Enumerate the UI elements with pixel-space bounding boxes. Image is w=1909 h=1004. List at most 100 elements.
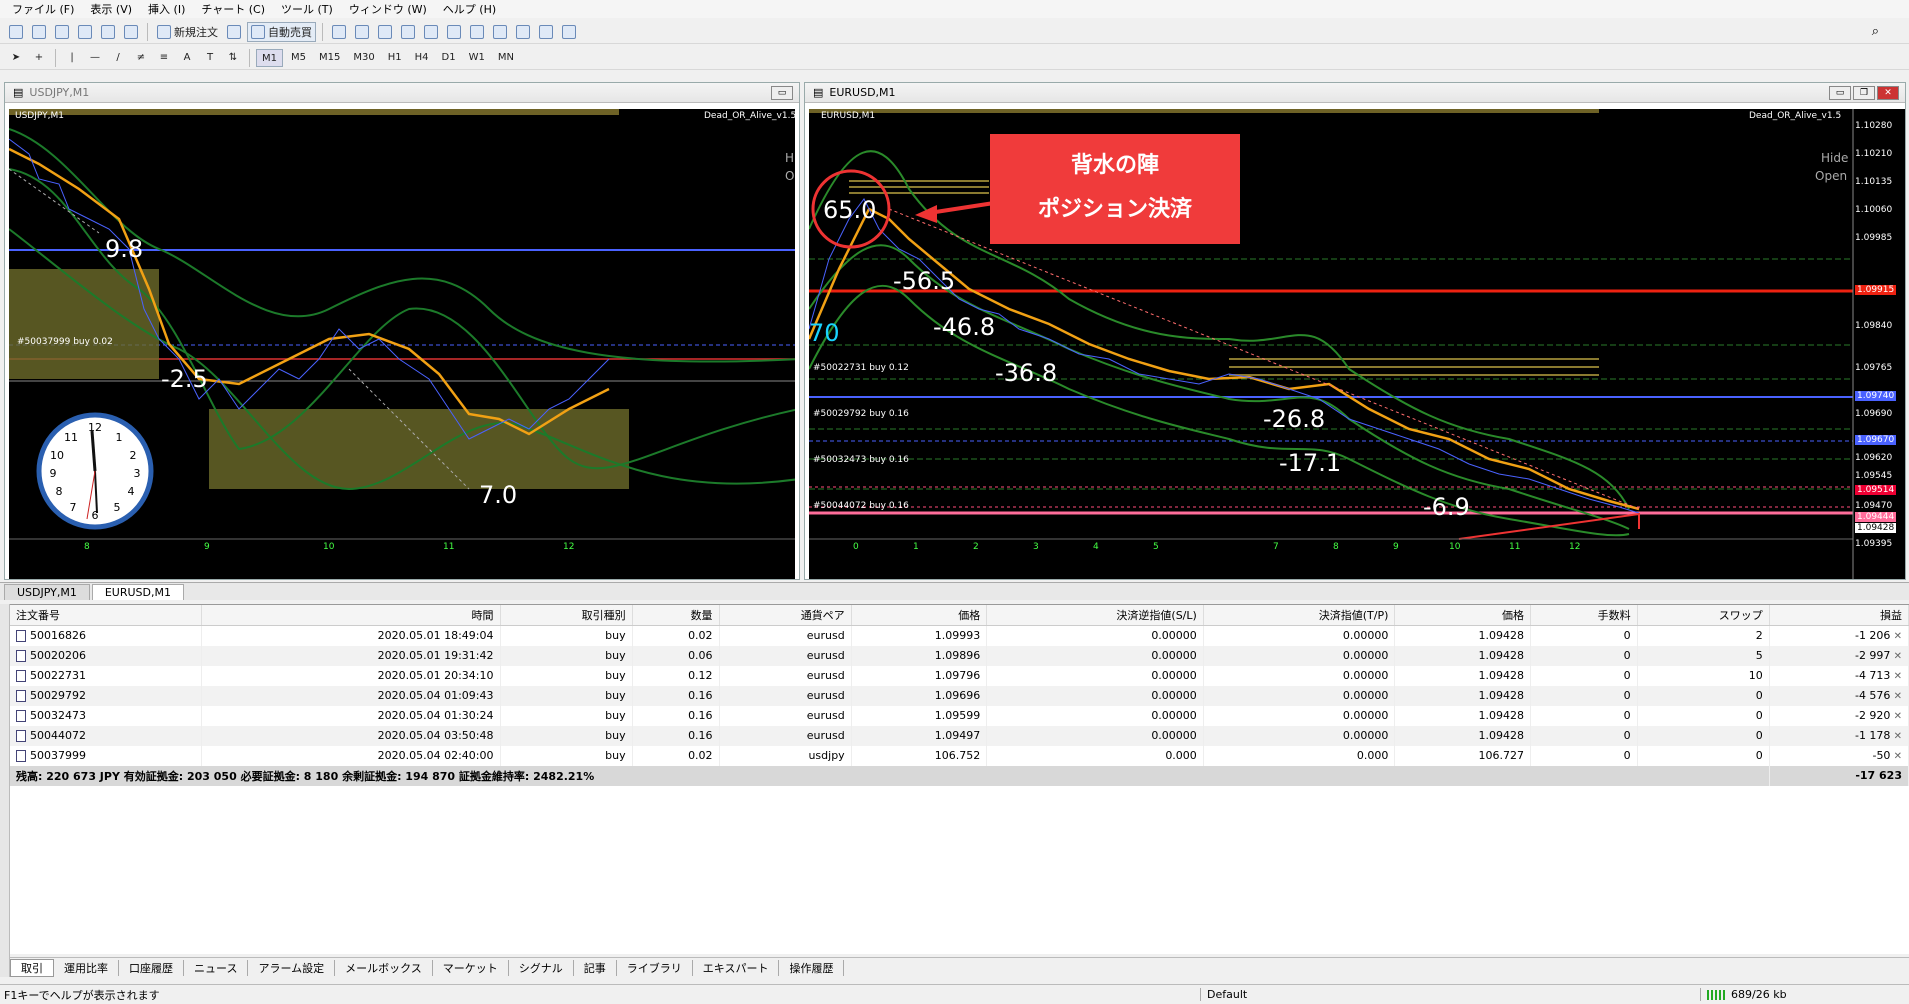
horizontal-line-tool[interactable]: — — [85, 48, 105, 68]
menu-help[interactable]: ヘルプ (H) — [435, 1, 504, 17]
chart-window-eurusd[interactable]: ▤ EURUSD,M1 ▭ ❐ ✕ EURUSD,M1 Dead_OR_Aliv… — [804, 82, 1906, 580]
close-order-icon[interactable]: ✕ — [1890, 691, 1902, 702]
timeframe-mn[interactable]: MN — [493, 49, 519, 67]
terminal-tab[interactable]: ライブラリ — [617, 959, 693, 976]
column-header[interactable]: 数量 — [632, 605, 720, 626]
periods-button[interactable] — [536, 22, 556, 42]
menu-file[interactable]: ファイル (F) — [4, 1, 82, 17]
chart-window-titlebar[interactable]: ▤ EURUSD,M1 ▭ ❐ ✕ — [805, 83, 1905, 103]
new-order-button[interactable]: 新規注文 — [154, 22, 221, 42]
terminal-tab[interactable]: 運用比率 — [54, 959, 119, 976]
column-header[interactable]: 決済指値(T/P) — [1203, 605, 1396, 626]
trendline-tool[interactable]: / — [108, 48, 128, 68]
market-watch-button[interactable] — [52, 22, 72, 42]
column-header[interactable]: 損益 — [1769, 605, 1909, 626]
close-button[interactable]: ✕ — [1877, 85, 1899, 100]
minimize-button[interactable]: ▭ — [1829, 85, 1851, 100]
indicators-button[interactable] — [513, 22, 533, 42]
column-header[interactable]: 決済逆指値(S/L) — [986, 605, 1204, 626]
minimize-button[interactable]: ▭ — [771, 85, 793, 100]
table-row[interactable]: 50020206 2020.05.01 19:31:42 buy 0.06 eurusd… — [10, 645, 1909, 666]
menu-window[interactable]: ウィンドウ (W) — [341, 1, 435, 17]
terminal-button[interactable] — [121, 22, 141, 42]
terminal-tab[interactable]: 操作履歴 — [779, 959, 845, 976]
timeframe-w1[interactable]: W1 — [464, 49, 490, 67]
bar-chart-button[interactable] — [329, 22, 349, 42]
chart-canvas-eurusd[interactable]: EURUSD,M1 Dead_OR_Alive_v1.5 Hide Open 7… — [809, 109, 1905, 579]
channel-tool[interactable]: ≠ — [131, 48, 151, 68]
menu-tools[interactable]: ツール (T) — [273, 1, 341, 17]
restore-button[interactable]: ❐ — [1853, 85, 1875, 100]
terminal-tab[interactable]: メールボックス — [335, 959, 433, 976]
table-row[interactable]: 50044072 2020.05.04 03:50:48 buy 0.16 eurusd… — [10, 725, 1909, 746]
close-order-icon[interactable]: ✕ — [1890, 671, 1902, 682]
timeframe-m15[interactable]: M15 — [314, 49, 345, 67]
fibonacci-tool[interactable]: ≡ — [154, 48, 174, 68]
chart-window-usdjpy[interactable]: ▤ USDJPY,M1 ▭ 12 1 2 3 4 5 6 7 8 9 10 11… — [4, 82, 800, 580]
terminal-tab[interactable]: シグナル — [509, 959, 574, 976]
templates-button[interactable] — [559, 22, 579, 42]
table-row[interactable]: 50032473 2020.05.04 01:30:24 buy 0.16 eurusd… — [10, 705, 1909, 726]
close-order-icon[interactable]: ✕ — [1890, 651, 1902, 662]
search-icon[interactable]: ⌕ — [1872, 24, 1879, 39]
terminal-tab[interactable]: 口座履歴 — [119, 959, 184, 976]
column-header[interactable]: 手数料 — [1530, 605, 1638, 626]
chart-tab-eurusd[interactable]: EURUSD,M1 — [91, 584, 184, 600]
close-order-icon[interactable]: ✕ — [1890, 711, 1902, 722]
navigator-button[interactable] — [98, 22, 118, 42]
chart-canvas-usdjpy[interactable]: 12 1 2 345 678 9 10 11 USDJPY,M1 Dead_OR_Ali… — [9, 109, 795, 579]
column-header[interactable]: 注文番号 — [10, 605, 202, 626]
close-order-icon[interactable]: ✕ — [1890, 751, 1902, 762]
timeframe-h1[interactable]: H1 — [383, 49, 407, 67]
terminal-tab[interactable]: マーケット — [433, 959, 509, 976]
arrows-tool[interactable]: ⇅ — [223, 48, 243, 68]
table-row[interactable]: 50022731 2020.05.01 20:34:10 buy 0.12 eurusd… — [10, 665, 1909, 686]
chart-window-titlebar[interactable]: ▤ USDJPY,M1 ▭ — [5, 83, 799, 103]
close-order-icon[interactable]: ✕ — [1890, 631, 1902, 642]
vertical-line-tool[interactable]: | — [62, 48, 82, 68]
auto-trade-button[interactable]: 自動売買 — [247, 21, 316, 42]
column-header[interactable]: 価格 — [1394, 605, 1532, 626]
column-header[interactable]: 価格 — [851, 605, 988, 626]
open-label[interactable]: Op — [785, 169, 795, 183]
metaeditor-button[interactable] — [224, 22, 244, 42]
open-label[interactable]: Open — [1815, 169, 1847, 183]
line-chart-button[interactable] — [375, 22, 395, 42]
column-header[interactable]: スワップ — [1637, 605, 1770, 626]
chart-tab-usdjpy[interactable]: USDJPY,M1 — [4, 584, 90, 600]
timeframe-m30[interactable]: M30 — [348, 49, 379, 67]
candle-chart-button[interactable] — [352, 22, 372, 42]
text-label-tool[interactable]: T — [200, 48, 220, 68]
crosshair-tool[interactable]: + — [29, 48, 49, 68]
new-chart-button[interactable] — [6, 22, 26, 42]
terminal-tab[interactable]: アラーム設定 — [248, 959, 336, 976]
timeframe-d1[interactable]: D1 — [437, 49, 461, 67]
table-row[interactable]: 50016826 2020.05.01 18:49:04 buy 0.02 eurusd… — [10, 625, 1909, 646]
timeframe-h4[interactable]: H4 — [410, 49, 434, 67]
terminal-tab[interactable]: ニュース — [184, 959, 249, 976]
table-row[interactable]: 50037999 2020.05.04 02:40:00 buy 0.02 usdjpy… — [10, 745, 1909, 766]
tile-windows-button[interactable] — [444, 22, 464, 42]
timeframe-m5[interactable]: M5 — [286, 49, 311, 67]
profiles-button[interactable] — [29, 22, 49, 42]
menu-view[interactable]: 表示 (V) — [82, 1, 140, 17]
table-row[interactable]: 50029792 2020.05.04 01:09:43 buy 0.16 eurusd… — [10, 685, 1909, 706]
menu-chart[interactable]: チャート (C) — [193, 1, 273, 17]
data-window-button[interactable] — [75, 22, 95, 42]
chart-shift-button[interactable] — [490, 22, 510, 42]
cursor-tool[interactable]: ➤ — [6, 48, 26, 68]
zoom-in-button[interactable] — [398, 22, 418, 42]
hide-label[interactable]: Hide — [1821, 151, 1848, 165]
column-header[interactable]: 通貨ペア — [719, 605, 852, 626]
terminal-tab[interactable]: 記事 — [574, 959, 617, 976]
text-tool[interactable]: A — [177, 48, 197, 68]
terminal-side-handle[interactable] — [0, 604, 10, 977]
zoom-out-button[interactable] — [421, 22, 441, 42]
timeframe-m1[interactable]: M1 — [256, 48, 283, 67]
hide-label[interactable]: Hid — [785, 151, 795, 165]
close-order-icon[interactable]: ✕ — [1890, 731, 1902, 742]
terminal-tab[interactable]: 取引 — [10, 958, 54, 977]
terminal-tab[interactable]: エキスパート — [693, 959, 780, 976]
menu-insert[interactable]: 挿入 (I) — [140, 1, 193, 17]
column-header[interactable]: 取引種別 — [500, 605, 633, 626]
